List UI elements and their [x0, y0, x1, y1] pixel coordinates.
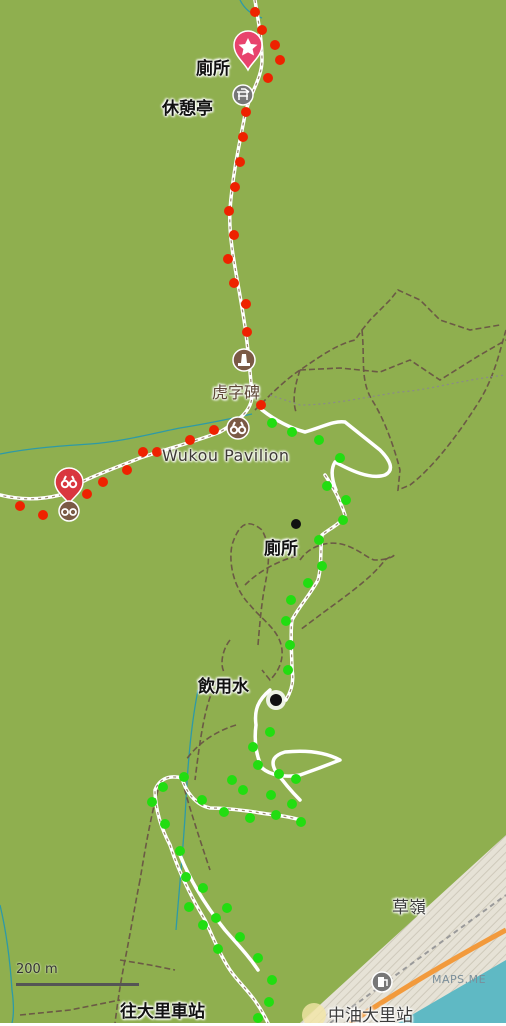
- monument-icon[interactable]: [232, 348, 256, 372]
- fuel-icon[interactable]: [371, 971, 393, 993]
- drinking-water-dot[interactable]: [270, 694, 282, 706]
- label-to-dali-station: 往大里車站: [120, 1002, 205, 1022]
- binoculars-icon-2[interactable]: [58, 500, 80, 522]
- map-canvas[interactable]: [0, 0, 506, 1023]
- label-tiger-stele: 虎字碑: [212, 383, 261, 402]
- label-toilet-mid: 廁所: [264, 539, 298, 559]
- binoculars-icon[interactable]: [226, 416, 250, 440]
- toilet-dot[interactable]: [291, 519, 301, 529]
- label-wukou-pavilion: Wukou Pavilion: [162, 446, 290, 465]
- shelter-icon[interactable]: [232, 84, 254, 106]
- label-toilet-top: 廁所: [196, 59, 230, 79]
- label-cpc-dali: 中油大里站: [328, 1006, 413, 1026]
- label-drinking-water: 飲用水: [198, 677, 249, 697]
- scale-bar: 200 m: [16, 962, 139, 986]
- label-caoling: 草嶺: [392, 898, 426, 918]
- scale-bar-line: [16, 983, 139, 986]
- attribution-logo: MAPS.ME: [432, 973, 487, 986]
- scale-bar-label: 200 m: [16, 962, 58, 977]
- label-rest-pavilion: 休憩亭: [162, 99, 213, 119]
